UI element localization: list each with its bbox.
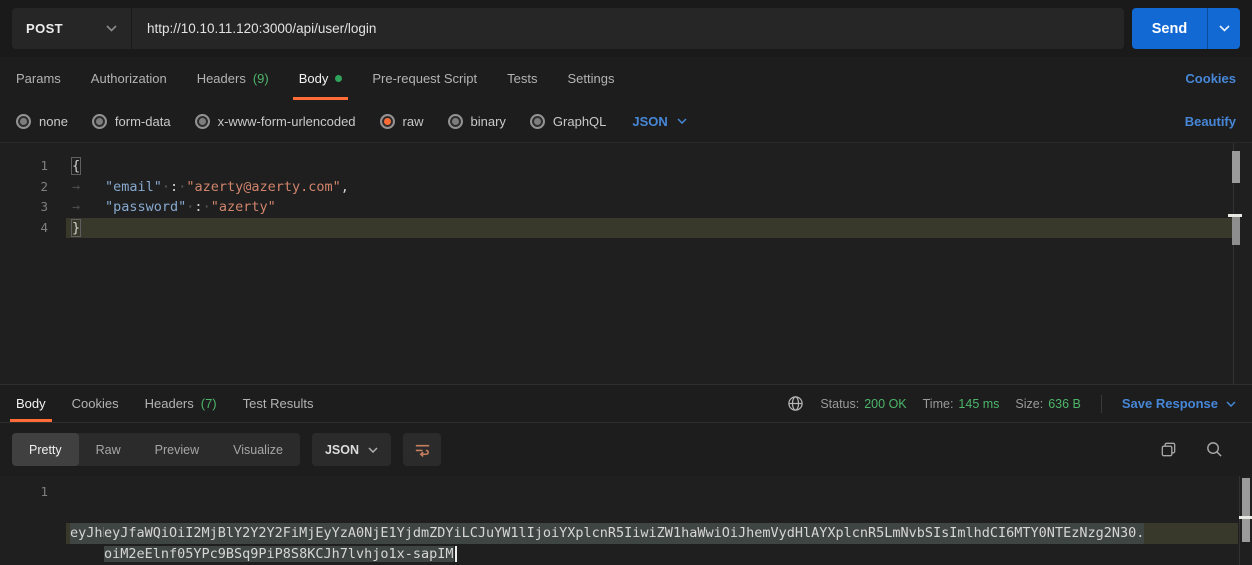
- body-mode-row: none form-data x-www-form-urlencoded raw…: [0, 100, 1252, 142]
- chevron-down-icon: [1219, 25, 1230, 32]
- json-key-email: "email": [105, 179, 162, 195]
- response-tab-headers[interactable]: Headers (7): [145, 385, 217, 422]
- line-number: 1: [0, 156, 48, 177]
- response-line-3: oiM2eElnf05YPc9BSq9PiP8S8KCJh7lvhjo1x-sa…: [0, 523, 1238, 544]
- text-cursor: [455, 546, 457, 562]
- view-pretty-button[interactable]: Pretty: [12, 433, 79, 466]
- size-indicator: Size: 636 B: [1015, 397, 1080, 411]
- send-options-button[interactable]: [1207, 8, 1240, 49]
- response-language-dropdown[interactable]: JSON: [312, 433, 391, 466]
- line-number: 3: [0, 197, 48, 218]
- search-icon[interactable]: [1205, 440, 1224, 459]
- line-number: 1: [0, 481, 48, 502]
- response-tab-body[interactable]: Body: [16, 385, 46, 422]
- tab-settings[interactable]: Settings: [567, 57, 614, 100]
- open-brace: {: [72, 158, 80, 174]
- request-body-editor[interactable]: 1 { 2 →"email"·:·"azerty@azerty.com", 3 …: [0, 142, 1252, 385]
- headers-count-badge: (9): [253, 71, 269, 86]
- chevron-down-icon: [368, 447, 378, 453]
- json-key-password: "password": [105, 199, 186, 215]
- radio-graphql[interactable]: [530, 114, 545, 129]
- response-meta: Status: 200 OK Time: 145 ms Size: 636 B …: [787, 385, 1236, 422]
- request-url-bar: POST Send: [0, 0, 1252, 57]
- mode-binary[interactable]: binary: [448, 114, 506, 129]
- network-globe-icon[interactable]: [787, 395, 804, 412]
- chevron-down-icon: [106, 25, 117, 32]
- method-dropdown[interactable]: POST: [12, 8, 131, 49]
- raw-language-dropdown[interactable]: JSON: [632, 114, 686, 129]
- response-tab-test-results[interactable]: Test Results: [243, 385, 314, 422]
- mode-none[interactable]: none: [16, 114, 68, 129]
- mode-x-www-form-urlencoded[interactable]: x-www-form-urlencoded: [195, 114, 356, 129]
- code-line-4-current: 4 }: [0, 218, 1252, 239]
- mode-form-data[interactable]: form-data: [92, 114, 171, 129]
- size-value: 636 B: [1048, 397, 1081, 411]
- close-brace: }: [72, 220, 80, 236]
- response-view-switcher: Pretty Raw Preview Visualize: [12, 433, 300, 466]
- request-tabs: Params Authorization Headers (9) Body Pr…: [0, 57, 1252, 100]
- cursor-position-marker: [1239, 516, 1252, 519]
- copy-icon[interactable]: [1159, 440, 1178, 459]
- cookies-link[interactable]: Cookies: [1185, 57, 1236, 100]
- send-split-button: Send: [1132, 8, 1240, 49]
- response-body-editor[interactable]: 1 eyJhbGciOiJIUzI1NiIsInR5cCI6IkpXVCJ9. …: [0, 476, 1252, 565]
- response-actions: [1159, 440, 1240, 459]
- editor-scrollbar[interactable]: [1233, 143, 1247, 384]
- wrap-text-button[interactable]: [403, 433, 441, 466]
- json-value-password: "azerty": [211, 199, 276, 215]
- response-tab-cookies[interactable]: Cookies: [72, 385, 119, 422]
- time-value: 145 ms: [958, 397, 999, 411]
- status-value: 200 OK: [864, 397, 906, 411]
- chevron-down-icon: [1226, 401, 1236, 407]
- method-label: POST: [26, 21, 63, 36]
- url-input[interactable]: [131, 8, 1124, 49]
- tab-pre-request-script[interactable]: Pre-request Script: [372, 57, 477, 100]
- code-line-2: 2 →"email"·:·"azerty@azerty.com",: [0, 177, 1252, 198]
- view-raw-button[interactable]: Raw: [79, 433, 138, 466]
- postman-window: POST Send Params Authorization Headers (…: [0, 0, 1252, 565]
- scrollbar-thumb[interactable]: [1232, 151, 1240, 183]
- scrollbar-marker: [1232, 217, 1240, 245]
- beautify-link[interactable]: Beautify: [1185, 114, 1236, 129]
- response-headers-count-badge: (7): [201, 396, 217, 411]
- mode-raw[interactable]: raw: [380, 114, 424, 129]
- divider: [1101, 395, 1102, 413]
- radio-none[interactable]: [16, 114, 31, 129]
- time-indicator: Time: 145 ms: [923, 397, 1000, 411]
- indent-arrow: →: [72, 177, 105, 198]
- tab-params[interactable]: Params: [16, 57, 61, 100]
- response-tabs-row: Body Cookies Headers (7) Test Results St…: [0, 385, 1252, 423]
- chevron-down-icon: [677, 118, 687, 124]
- send-button[interactable]: Send: [1132, 8, 1207, 49]
- save-response-button[interactable]: Save Response: [1122, 396, 1236, 411]
- jwt-token-part-3: oiM2eElnf05YPc9BSq9PiP8S8KCJh7lvhjo1x-sa…: [104, 546, 454, 562]
- radio-binary[interactable]: [448, 114, 463, 129]
- response-scrollbar[interactable]: [1239, 476, 1252, 565]
- line-number: 2: [0, 177, 48, 198]
- response-line-1: 1 eyJhbGciOiJIUzI1NiIsInR5cCI6IkpXVCJ9.: [0, 481, 1238, 502]
- indent-arrow: →: [72, 197, 105, 218]
- status-indicator: Status: 200 OK: [820, 397, 906, 411]
- json-value-email: "azerty@azerty.com": [186, 179, 340, 195]
- radio-raw-selected[interactable]: [380, 114, 395, 129]
- tab-authorization[interactable]: Authorization: [91, 57, 167, 100]
- scrollbar-thumb[interactable]: [1242, 478, 1250, 542]
- tab-tests[interactable]: Tests: [507, 57, 537, 100]
- view-preview-button[interactable]: Preview: [138, 433, 216, 466]
- radio-x-www-form-urlencoded[interactable]: [195, 114, 210, 129]
- code-line-1: 1 {: [0, 156, 1252, 177]
- tab-headers[interactable]: Headers (9): [197, 57, 269, 100]
- radio-form-data[interactable]: [92, 114, 107, 129]
- tab-body[interactable]: Body: [299, 57, 343, 100]
- mode-graphql[interactable]: GraphQL: [530, 114, 606, 129]
- view-visualize-button[interactable]: Visualize: [216, 433, 300, 466]
- wrap-text-icon: [413, 440, 432, 459]
- code-line-3: 3 →"password"·:·"azerty": [0, 197, 1252, 218]
- response-line-2: eyJfaWQiOiI2MjBlY2Y2Y2FiMjEyYzA0NjE1Yjdm…: [0, 502, 1238, 523]
- line-number: 4: [0, 218, 48, 239]
- body-set-indicator-dot: [335, 75, 342, 82]
- response-toolbar: Pretty Raw Preview Visualize JSON: [0, 423, 1252, 476]
